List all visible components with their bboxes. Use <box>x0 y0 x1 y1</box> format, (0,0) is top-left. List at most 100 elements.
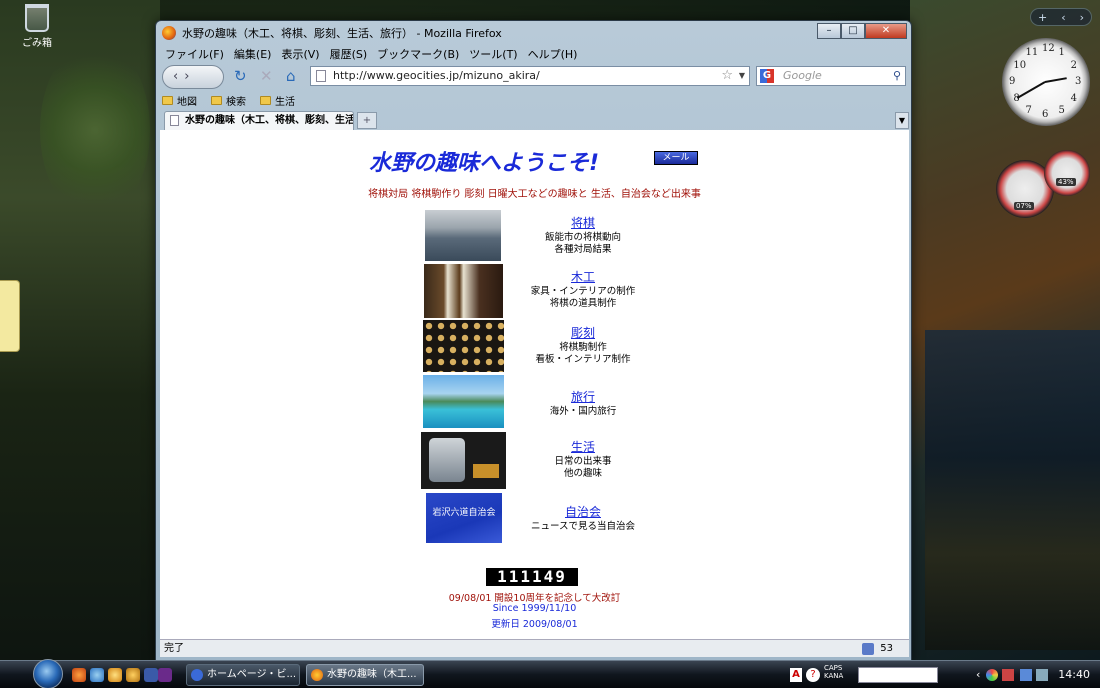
bookmark-life[interactable]: 生活 <box>260 92 295 108</box>
url-bar[interactable]: http://www.geocities.jp/mizuno_akira/ ☆ … <box>310 66 750 86</box>
home-icon[interactable]: ⌂ <box>286 67 296 85</box>
desc-line: 将棋駒制作 <box>559 342 607 353</box>
prev-gadget-icon[interactable]: ‹ <box>1061 11 1065 24</box>
section-desc: 彫刻 将棋駒制作 看板・インテリア制作 <box>523 326 643 366</box>
mail-quicklaunch-icon[interactable] <box>108 668 122 682</box>
desc-line: ニュースで見る当自治会 <box>530 521 636 532</box>
desktop-quicklaunch-icon[interactable] <box>144 668 158 682</box>
close-button[interactable]: ✕ <box>865 23 907 39</box>
banner-text: 岩沢六道自治会 <box>432 508 496 518</box>
recycle-bin[interactable]: ごみ箱 <box>14 4 60 49</box>
firefox-quicklaunch-icon[interactable] <box>72 668 86 682</box>
ie-quicklaunch-icon[interactable] <box>90 668 104 682</box>
menu-bar: ファイル(F) 編集(E) 表示(V) 履歴(S) ブックマーク(B) ツール(… <box>160 45 582 63</box>
url-dropdown-icon[interactable]: ▼ <box>739 67 745 85</box>
folder-icon <box>211 95 222 105</box>
task-firefox-active[interactable]: 水野の趣味（木工... <box>306 664 424 686</box>
menu-help[interactable]: ヘルプ(H) <box>523 45 583 63</box>
forward-icon[interactable]: › <box>184 69 195 84</box>
clock-numeral: 4 <box>1070 92 1077 104</box>
back-icon[interactable]: ‹ <box>173 69 184 84</box>
page-heading: 水野の趣味へようこそ! <box>369 151 600 176</box>
ime-status[interactable]: CAPS KANA <box>824 664 843 680</box>
community-banner-photo[interactable]: 岩沢六道自治会 <box>426 493 502 543</box>
search-placeholder: Google <box>783 69 822 82</box>
maximize-button[interactable]: □ <box>841 23 865 39</box>
volume-icon[interactable] <box>1036 669 1048 681</box>
tab-active[interactable]: 水野の趣味（木工、将棋、彫刻、生活... <box>164 111 354 130</box>
stop-icon[interactable]: ✕ <box>260 67 273 85</box>
footer-line-updated: 更新日 2009/08/01 <box>160 616 909 630</box>
next-gadget-icon[interactable]: › <box>1080 11 1084 24</box>
chrome-tray-icon[interactable] <box>986 669 998 681</box>
task-icon <box>311 669 323 681</box>
desktop-search-input[interactable] <box>858 667 938 683</box>
clock-numeral: 12 <box>1042 43 1055 54</box>
carving-photo[interactable] <box>423 320 504 372</box>
sidebar-controls[interactable]: + ‹ › <box>1030 8 1092 26</box>
help-icon[interactable]: ? <box>806 668 820 682</box>
ime-icon[interactable]: A <box>790 668 802 682</box>
tab-list-icon[interactable]: ▼ <box>895 112 909 129</box>
link-life[interactable]: 生活 <box>523 440 643 455</box>
bookmark-search[interactable]: 検索 <box>211 92 246 108</box>
tray-expand-icon[interactable]: ‹ <box>976 668 980 681</box>
cpu-meter-gadget[interactable]: 07% 43% <box>996 150 1092 218</box>
menu-history[interactable]: 履歴(S) <box>325 45 373 63</box>
menu-view[interactable]: 表示(V) <box>276 45 324 63</box>
start-button[interactable] <box>33 659 63 688</box>
clock-numeral: 10 <box>1013 59 1027 71</box>
url-text: http://www.geocities.jp/mizuno_akira/ <box>333 69 540 82</box>
device-icon <box>429 438 465 482</box>
google-icon[interactable]: G <box>760 69 774 83</box>
mail-button[interactable]: メール <box>654 151 698 165</box>
app-quicklaunch-icon[interactable] <box>158 668 172 682</box>
addon-icon[interactable] <box>862 642 875 655</box>
minimize-button[interactable]: – <box>817 23 841 39</box>
bookmark-map[interactable]: 地図 <box>162 92 197 108</box>
section-community: 岩沢六道自治会 自治会 ニュースで見る当自治会 <box>160 493 909 553</box>
status-bar: 完了 53 <box>160 639 909 657</box>
bookmarks-toolbar: 地図 検索 生活 <box>162 92 295 108</box>
footer-text: 更新日 2009/08/01 <box>491 619 578 630</box>
clock-time[interactable]: 14:40 <box>1058 664 1090 686</box>
section-carving: 彫刻 将棋駒制作 看板・インテリア制作 <box>160 320 909 380</box>
section-desc: 生活 日常の出来事 他の趣味 <box>523 440 643 480</box>
link-community[interactable]: 自治会 <box>523 505 643 520</box>
menu-tools[interactable]: ツール(T) <box>464 45 522 63</box>
footer-text: Since 1999/11/10 <box>492 603 577 614</box>
section-woodwork: 木工 家具・インテリアの制作 将棋の道具制作 <box>160 264 909 324</box>
bookmark-star-icon[interactable]: ☆ <box>721 67 733 85</box>
title-bar[interactable]: 水野の趣味（木工、将棋、彫刻、生活、旅行） - Mozilla Firefox … <box>156 21 911 45</box>
search-bar[interactable]: G Google ⚲ <box>756 66 906 86</box>
shogi-photo[interactable] <box>425 210 501 261</box>
menu-edit[interactable]: 編集(E) <box>229 45 277 63</box>
woodwork-photo[interactable] <box>424 264 503 318</box>
status-count: 53 <box>880 643 893 654</box>
clock-numeral: 7 <box>1025 104 1032 116</box>
task-homepage-builder[interactable]: ホームページ・ビ... <box>186 664 300 686</box>
folder-quicklaunch-icon[interactable] <box>126 668 140 682</box>
menu-file[interactable]: ファイル(F) <box>160 45 229 63</box>
link-shogi[interactable]: 将棋 <box>523 216 643 231</box>
shogi-piece-icon <box>473 464 499 478</box>
add-gadget-icon[interactable]: + <box>1038 11 1047 24</box>
network-icon[interactable] <box>1020 669 1032 681</box>
clock-gadget[interactable]: 121234567891011 <box>1002 38 1090 126</box>
link-carving[interactable]: 彫刻 <box>523 326 643 341</box>
desc-line: 各種対局結果 <box>554 244 612 255</box>
search-icon[interactable]: ⚲ <box>893 67 901 85</box>
window-title: 水野の趣味（木工、将棋、彫刻、生活、旅行） - Mozilla Firefox <box>182 27 502 40</box>
link-travel[interactable]: 旅行 <box>523 390 643 405</box>
life-photo[interactable] <box>421 432 506 489</box>
new-tab-button[interactable]: + <box>357 112 377 129</box>
navigation-toolbar: ‹› ↻ ✕ ⌂ http://www.geocities.jp/mizuno_… <box>160 64 907 90</box>
notes-gadget[interactable] <box>0 280 20 352</box>
travel-photo[interactable] <box>423 375 504 428</box>
reload-icon[interactable]: ↻ <box>234 67 247 85</box>
desc-line: 日常の出来事 <box>554 456 612 467</box>
link-woodwork[interactable]: 木工 <box>523 270 643 285</box>
task-label: 水野の趣味（木工... <box>327 669 417 680</box>
tray-app-icon[interactable] <box>1002 669 1014 681</box>
menu-bookmarks[interactable]: ブックマーク(B) <box>372 45 464 63</box>
